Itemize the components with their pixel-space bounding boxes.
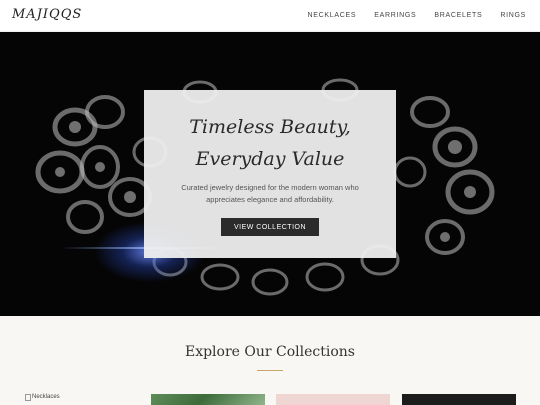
collection-tile-necklaces[interactable]: Necklaces [25, 394, 135, 405]
hero-card: Timeless Beauty, Everyday Value Curated … [144, 90, 396, 258]
main-nav: NECKLACES EARRINGS BRACELETS RINGS [308, 12, 527, 19]
title-divider [257, 370, 283, 371]
nav-bracelets[interactable]: BRACELETS [434, 12, 482, 19]
nav-necklaces[interactable]: NECKLACES [308, 12, 357, 19]
hero-headline-line2: Everyday Value [195, 148, 345, 170]
nav-earrings[interactable]: EARRINGS [374, 12, 416, 19]
nav-rings[interactable]: RINGS [500, 12, 526, 19]
collection-tile-image[interactable] [151, 394, 265, 405]
hero-headline-line1: Timeless Beauty, [189, 116, 351, 138]
brand-logo[interactable]: MAJIQQS [12, 7, 82, 22]
site-header: MAJIQQS NECKLACES EARRINGS BRACELETS RIN… [0, 0, 540, 32]
collections-section: Explore Our Collections Necklaces [0, 316, 540, 405]
view-collection-button[interactable]: VIEW COLLECTION [221, 218, 319, 236]
collections-title: Explore Our Collections [184, 344, 355, 360]
collection-tile-image[interactable] [402, 394, 516, 405]
broken-image-icon [25, 394, 31, 401]
broken-image-alt: Necklaces [32, 394, 60, 400]
hero-banner: Timeless Beauty, Everyday Value Curated … [0, 32, 540, 316]
collection-tile-image[interactable] [276, 394, 390, 405]
hero-subtext: Curated jewelry designed for the modern … [181, 183, 359, 204]
